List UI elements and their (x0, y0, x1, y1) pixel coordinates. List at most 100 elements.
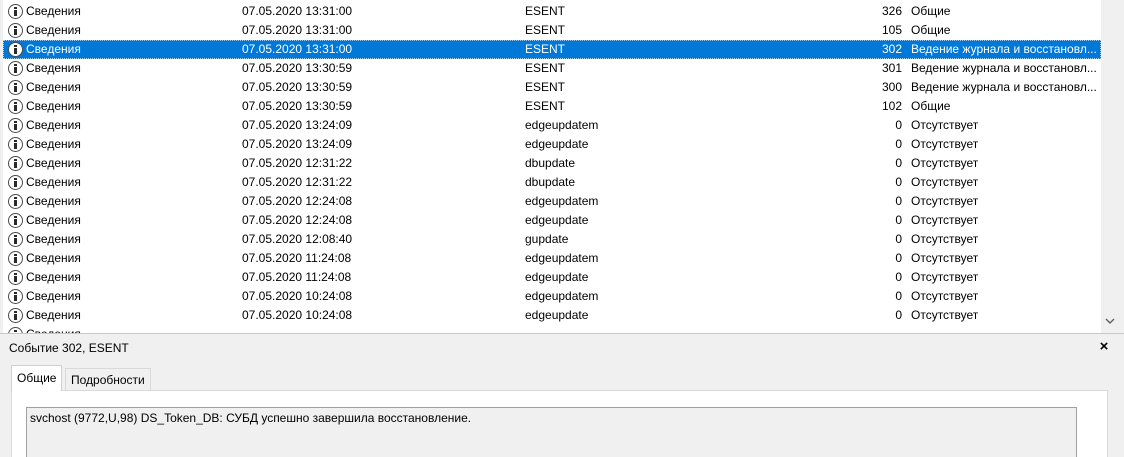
info-icon (7, 78, 23, 97)
cell-source: edgeupdatem (525, 251, 599, 265)
info-icon-glyph (8, 61, 23, 76)
event-details-pane: Событие 302, ESENT × Общие Подробности s… (0, 337, 1124, 457)
info-icon-glyph (8, 99, 23, 114)
info-icon (7, 59, 23, 78)
table-row[interactable]: Сведения 07.05.2020 12:08:40 gupdate 0 Отсут… (3, 230, 1101, 249)
table-row[interactable]: Сведения 07.05.2020 13:31:00 ESENT 302 Веден… (3, 40, 1101, 59)
cell-event-id: 0 (895, 251, 902, 265)
info-icon-glyph (8, 289, 23, 304)
table-row[interactable]: Сведения 07.05.2020 12:31:22 dbupdate 0 Отсу… (3, 173, 1101, 192)
cell-date: 07.05.2020 13:30:59 (242, 80, 353, 94)
info-icon-bar (14, 143, 17, 149)
cell-date: 07.05.2020 12:08:40 (242, 232, 353, 246)
info-icon-dot (14, 216, 17, 218)
cell-category: Отсутствует (911, 232, 979, 246)
table-row[interactable]: Сведения 07.05.2020 13:30:59 ESENT 301 Веден… (3, 59, 1101, 78)
info-icon (7, 173, 23, 192)
cell-event-id: 0 (895, 194, 902, 208)
cell-category: Отсутствует (911, 251, 979, 265)
info-icon-bar (14, 257, 17, 263)
cell-category: Ведение журнала и восстановл... (911, 61, 1097, 75)
info-icon-dot (14, 45, 17, 47)
info-icon-glyph (8, 156, 23, 171)
cell-date: 07.05.2020 11:24:08 (242, 251, 352, 265)
info-icon-dot (14, 254, 17, 256)
table-row[interactable]: Сведения 07.05.2020 10:24:08 edgeupdatem 0 О… (3, 287, 1101, 306)
table-row[interactable]: Сведения 07.05.2020 12:24:08 edgeupdatem 0 О… (3, 192, 1101, 211)
info-icon-bar (14, 314, 17, 320)
info-icon (7, 249, 23, 268)
event-message: svchost (9772,U,98) DS_Token_DB: СУБД ус… (30, 411, 472, 425)
tab-general[interactable]: Общие (11, 365, 63, 391)
cell-source: ESENT (525, 42, 566, 56)
cell-level: Сведения (26, 270, 81, 284)
details-title: Событие 302, ESENT (9, 341, 129, 355)
info-icon-dot (14, 235, 17, 237)
table-row[interactable]: Сведения 07.05.2020 13:30:59 ESENT 300 Веден… (3, 78, 1101, 97)
table-row[interactable]: Сведения 07.05.2020 11:24:08 edgeupdatem 0 О… (3, 249, 1101, 268)
cell-level: Сведения (26, 80, 81, 94)
cell-source: gupdate (525, 232, 569, 246)
cell-source: ESENT (525, 99, 566, 113)
tab-details[interactable]: Подробности (65, 368, 151, 391)
info-icon-bar (14, 181, 17, 187)
cell-category: Общие (911, 99, 951, 113)
info-icon-dot (14, 197, 17, 199)
cell-event-id: 102 (881, 99, 902, 113)
event-rows: Сведения 07.05.2020 13:31:00 ESENT 326 Общие… (3, 2, 1101, 333)
cell-category: Отсутствует (911, 194, 979, 208)
table-row[interactable]: Сведения 07.05.2020 13:31:00 ESENT 105 Общие (3, 21, 1101, 40)
info-icon (7, 325, 23, 333)
table-row[interactable]: Сведения (3, 325, 1101, 333)
cell-date: 07.05.2020 13:31:00 (242, 23, 353, 37)
info-icon (7, 230, 23, 249)
table-row[interactable]: Сведения 07.05.2020 11:24:08 edgeupdate 0 От… (3, 268, 1101, 287)
cell-level: Сведения (26, 232, 81, 246)
cell-event-id: 0 (895, 175, 902, 189)
event-message-box[interactable]: svchost (9772,U,98) DS_Token_DB: СУБД ус… (26, 407, 1077, 457)
cell-date: 07.05.2020 13:30:59 (242, 61, 353, 75)
table-row[interactable]: Сведения 07.05.2020 13:24:09 edgeupdate 0 От… (3, 135, 1101, 154)
table-row[interactable]: Сведения 07.05.2020 12:31:22 dbupdate 0 Отсу… (3, 154, 1101, 173)
cell-level: Сведения (26, 118, 81, 132)
cell-category: Ведение журнала и восстановл... (911, 80, 1097, 94)
info-icon-dot (14, 311, 17, 313)
vertical-scrollbar[interactable] (1101, 0, 1119, 333)
info-icon-bar (14, 124, 17, 130)
cell-source: edgeupdate (525, 308, 589, 322)
info-icon-bar (14, 10, 17, 16)
info-icon-dot (14, 83, 17, 85)
cell-category: Ведение журнала и восстановл... (911, 42, 1097, 56)
cell-date: 07.05.2020 13:30:59 (242, 99, 353, 113)
table-row[interactable]: Сведения 07.05.2020 13:24:09 edgeupdatem 0 О… (3, 116, 1101, 135)
cell-event-id: 0 (895, 270, 902, 284)
cell-event-id: 0 (895, 308, 902, 322)
info-icon-glyph (8, 175, 23, 190)
table-row[interactable]: Сведения 07.05.2020 13:30:59 ESENT 102 Общие (3, 97, 1101, 116)
info-icon (7, 97, 23, 116)
info-icon-dot (14, 121, 17, 123)
info-icon (7, 21, 23, 40)
info-icon-glyph (8, 137, 23, 152)
event-list[interactable]: Сведения 07.05.2020 13:31:00 ESENT 326 Общие… (0, 0, 1124, 333)
cell-date: 07.05.2020 10:24:08 (242, 289, 353, 303)
cell-date: 07.05.2020 11:24:08 (242, 270, 352, 284)
info-icon (7, 2, 23, 21)
info-icon-glyph (8, 232, 23, 247)
cell-date: 07.05.2020 13:31:00 (242, 42, 353, 56)
table-row[interactable]: Сведения 07.05.2020 13:31:00 ESENT 326 Общие (3, 2, 1101, 21)
table-row[interactable]: Сведения 07.05.2020 12:24:08 edgeupdate 0 От… (3, 211, 1101, 230)
cell-source: edgeupdatem (525, 118, 599, 132)
table-row[interactable]: Сведения 07.05.2020 10:24:08 edgeupdate 0 От… (3, 306, 1101, 325)
cell-level: Сведения (26, 42, 81, 56)
chevron-down-icon[interactable] (1101, 313, 1119, 331)
cell-source: edgeupdate (525, 270, 589, 284)
cell-category: Отсутствует (911, 213, 979, 227)
info-icon-dot (14, 159, 17, 161)
close-icon[interactable]: × (1096, 338, 1112, 356)
info-icon-bar (14, 219, 17, 225)
cell-category (911, 325, 1101, 333)
cell-category: Отсутствует (911, 118, 979, 132)
cell-event-id: 326 (881, 4, 902, 18)
info-icon-glyph (8, 118, 23, 133)
